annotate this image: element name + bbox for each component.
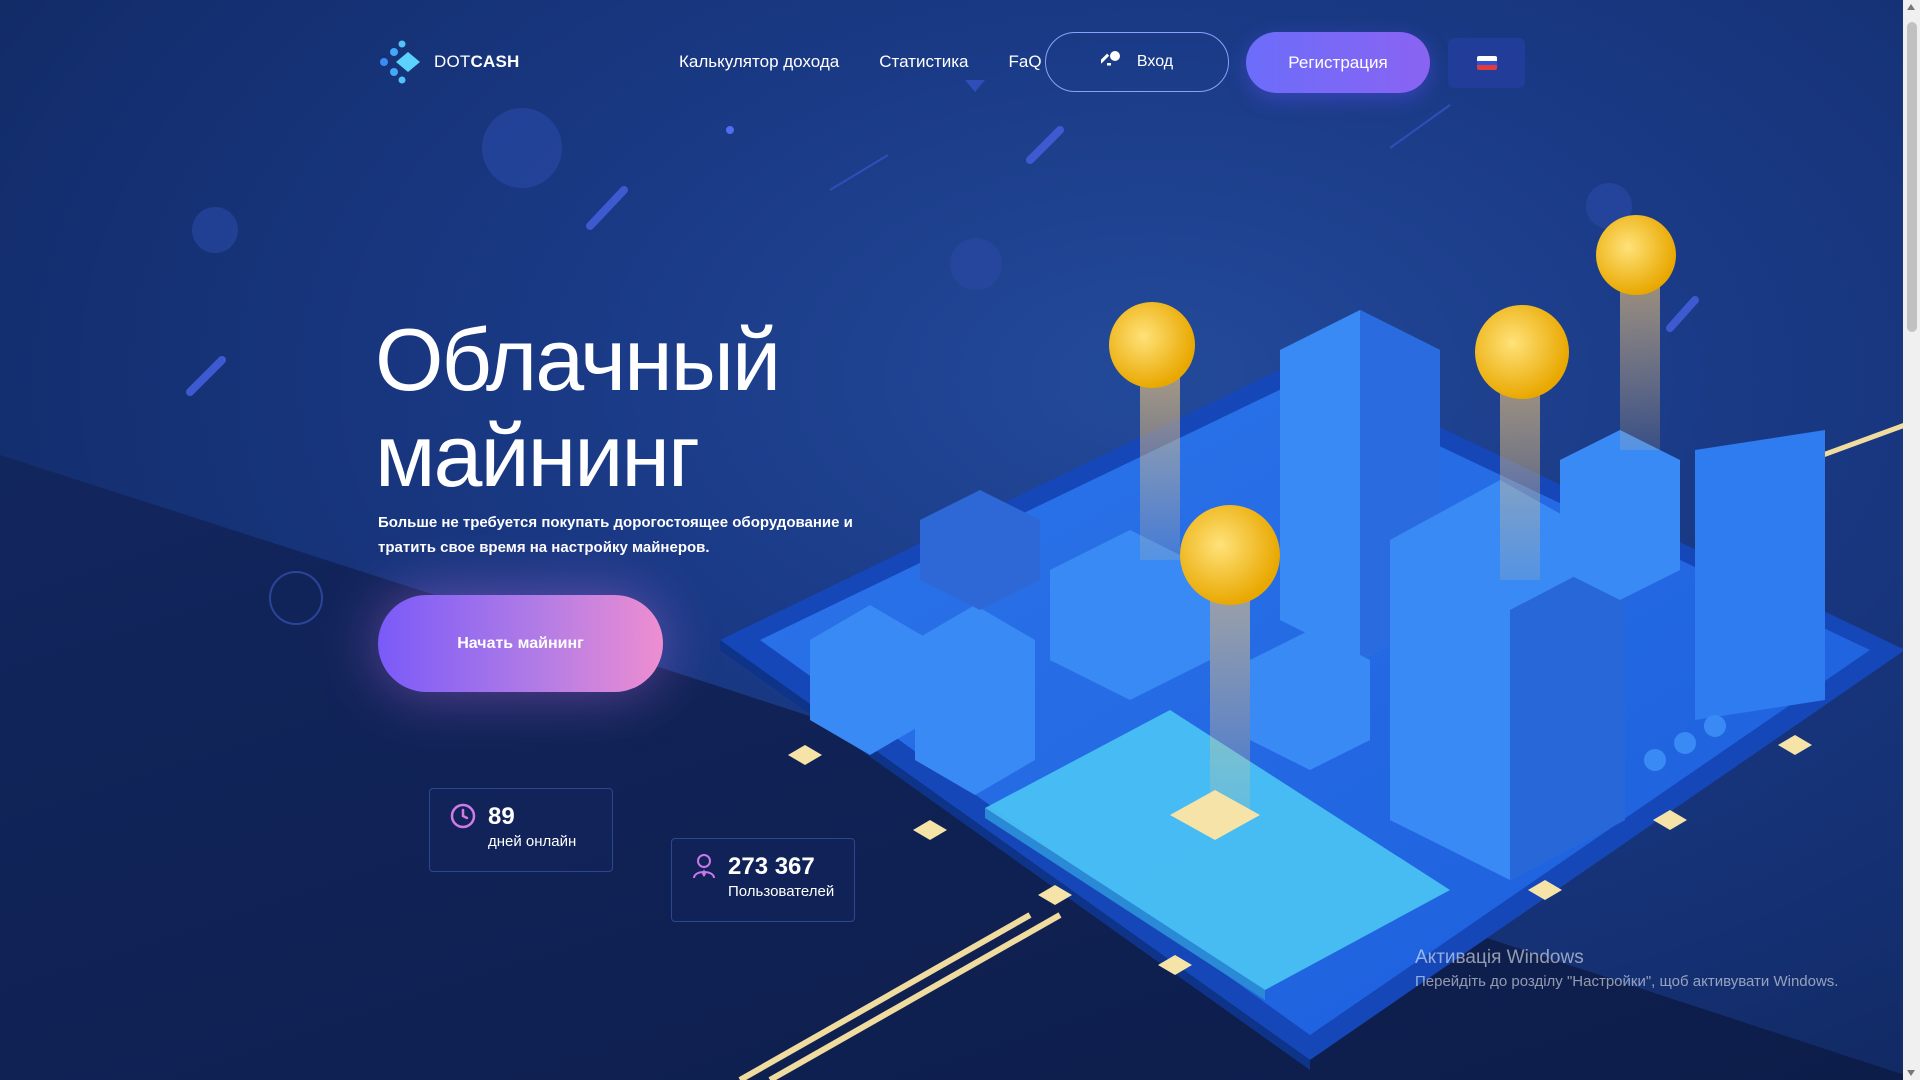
register-button[interactable]: Регистрация (1246, 32, 1430, 93)
nav-faq[interactable]: FaQ (1009, 52, 1042, 72)
days-online-label: дней онлайн (488, 833, 577, 850)
watermark-subtitle: Перейдіть до розділу "Настройки", щоб ак… (1415, 973, 1839, 990)
days-online-value: 89 (488, 803, 515, 830)
nav-statistics[interactable]: Статистика (879, 52, 968, 72)
language-selector[interactable] (1448, 38, 1525, 88)
russia-flag-icon (1476, 56, 1497, 70)
logo-text: DOTCASH (434, 52, 520, 71)
hero-subtitle: Больше не требуется покупать дорогостоящ… (378, 514, 853, 556)
windows-activation-watermark: Активація Windows Перейдіть до розділу "… (1415, 947, 1838, 990)
hero-illustration (0, 80, 1920, 1080)
logo[interactable]: DOTCASH (378, 40, 519, 84)
stat-users: 273 367 Пользователей (671, 838, 855, 922)
watermark-title: Активація Windows (1415, 947, 1584, 968)
main-nav: Калькулятор дохода Статистика FaQ (679, 52, 1042, 72)
hero-title: Облачный майнинг (375, 310, 781, 505)
key-icon (1099, 49, 1123, 76)
users-label: Пользователей (728, 883, 835, 900)
scrollbar-thumb[interactable] (1907, 22, 1917, 332)
scroll-down-icon[interactable] (1907, 1070, 1915, 1076)
scroll-up-icon[interactable] (1907, 4, 1915, 10)
vertical-scrollbar[interactable] (1903, 0, 1920, 1080)
start-mining-button[interactable]: Начать майнинг (378, 595, 663, 692)
login-button[interactable]: Вход (1045, 32, 1229, 92)
logo-icon (378, 40, 422, 84)
clock-icon (450, 803, 476, 871)
users-value: 273 367 (728, 853, 815, 880)
login-label: Вход (1136, 53, 1174, 70)
nav-income-calculator[interactable]: Калькулятор дохода (679, 52, 839, 72)
stat-days-online: 89 дней онлайн (429, 788, 613, 872)
user-icon (692, 853, 716, 921)
